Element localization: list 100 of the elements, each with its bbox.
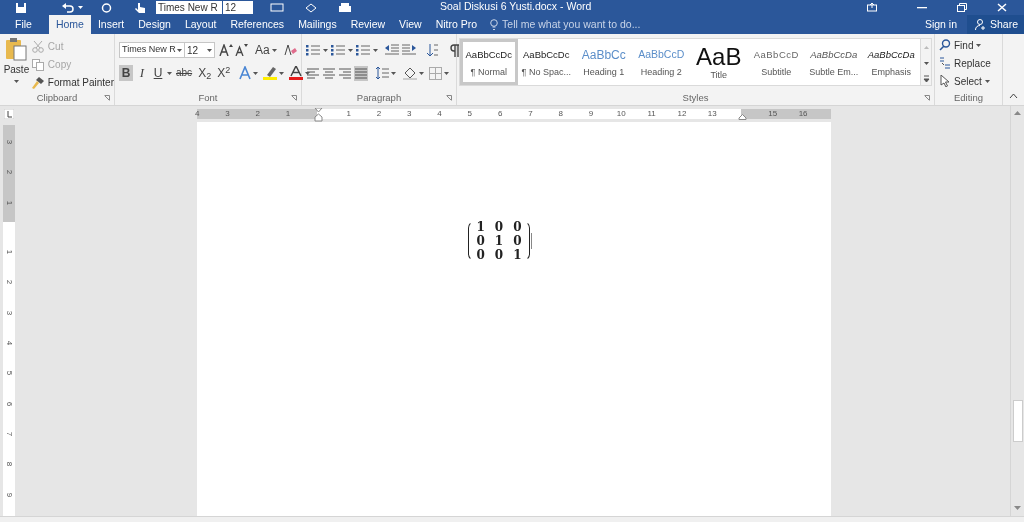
- menu-tab[interactable]: Review: [343, 15, 393, 34]
- font-size-dropdown[interactable]: 12: [185, 42, 215, 58]
- clear-formatting-icon[interactable]: [283, 44, 297, 56]
- multilevel-list-icon[interactable]: [356, 44, 370, 56]
- caret-icon[interactable]: [167, 71, 172, 75]
- style-gallery-item[interactable]: AaBbCcD Heading 2: [632, 39, 690, 85]
- caret-icon[interactable]: [444, 71, 449, 75]
- subscript-button[interactable]: X$_{2}$: [196, 65, 214, 81]
- dialog-launcher-icon[interactable]: [446, 95, 452, 101]
- caret-icon[interactable]: [348, 48, 353, 52]
- ribbon-display-icon[interactable]: [867, 3, 877, 12]
- ruler-number: 7: [528, 109, 533, 119]
- clipboard-icon: [5, 37, 28, 61]
- clipboard-command[interactable]: Format Painter: [31, 75, 114, 90]
- replace-icon: [939, 57, 951, 69]
- text-effects-icon[interactable]: [239, 66, 252, 80]
- caret-icon[interactable]: [253, 71, 259, 75]
- superscript-button[interactable]: X$^{2}$: [215, 65, 233, 81]
- dialog-launcher-icon[interactable]: [924, 95, 930, 101]
- editing-command[interactable]: Replace: [939, 55, 991, 71]
- printer-icon[interactable]: [338, 2, 352, 13]
- undo-icon[interactable]: [62, 2, 74, 13]
- tell-me-field[interactable]: Tell me what you want to do...: [502, 16, 723, 33]
- bullets-icon[interactable]: [306, 44, 320, 56]
- caret-icon[interactable]: [419, 71, 424, 75]
- pilcrow-icon[interactable]: [450, 43, 460, 57]
- caret-icon[interactable]: [271, 48, 277, 52]
- style-gallery-item[interactable]: AaBbCcDc ¶ Normal: [460, 39, 518, 85]
- align-justify-icon[interactable]: [354, 65, 368, 81]
- grow-font-icon[interactable]: [219, 44, 233, 56]
- caret-icon[interactable]: [976, 43, 982, 47]
- caret-icon[interactable]: [78, 6, 83, 9]
- caret-icon[interactable]: [177, 48, 182, 52]
- style-gallery-item[interactable]: AaBbCc Heading 1: [575, 39, 633, 85]
- strikethrough-button[interactable]: abc: [174, 65, 195, 81]
- caret-icon[interactable]: [305, 71, 311, 75]
- menu-tab[interactable]: Mailings: [291, 15, 344, 34]
- scrollbar-thumb[interactable]: [1012, 400, 1023, 442]
- menu-tab[interactable]: References: [223, 15, 292, 34]
- style-gallery-item[interactable]: AaBbCcDa Emphasis: [862, 39, 920, 85]
- line-spacing-icon[interactable]: [375, 66, 389, 80]
- menu-tab[interactable]: Nitro Pro: [428, 15, 485, 34]
- menu-tab[interactable]: View: [392, 15, 429, 34]
- screen-icon[interactable]: [270, 2, 284, 13]
- touch-mode-icon[interactable]: [134, 2, 146, 13]
- sort-icon[interactable]: [427, 43, 439, 57]
- sign-in-link[interactable]: Sign in: [918, 15, 963, 34]
- vertical-scrollbar[interactable]: [1010, 106, 1024, 516]
- caret-icon[interactable]: [207, 48, 212, 52]
- caret-icon[interactable]: [323, 48, 328, 52]
- collapse-ribbon-icon[interactable]: [1009, 93, 1018, 99]
- style-gallery-item[interactable]: AaBbCcDc ¶ No Spac...: [517, 39, 575, 85]
- shading-icon[interactable]: [403, 66, 417, 80]
- decrease-indent-icon[interactable]: [385, 44, 399, 56]
- matrix-entry: 1: [476, 220, 485, 234]
- menu-tab[interactable]: File: [8, 15, 39, 34]
- font-name-field[interactable]: Times New R: [156, 1, 222, 14]
- bold-button[interactable]: B: [119, 65, 133, 81]
- font-name-dropdown[interactable]: Times New R: [119, 42, 185, 58]
- align-left-icon[interactable]: [306, 65, 320, 81]
- menu-tab[interactable]: Home: [48, 15, 91, 34]
- dialog-launcher-icon[interactable]: [291, 95, 297, 101]
- close-icon[interactable]: [997, 3, 1007, 12]
- scroll-down-arrow-icon[interactable]: [1013, 504, 1022, 512]
- font-size-field[interactable]: 12: [223, 1, 253, 14]
- share-button[interactable]: Share: [967, 15, 1024, 34]
- italic-button[interactable]: I: [135, 65, 149, 81]
- menu-tab[interactable]: Insert: [90, 15, 132, 34]
- caret-icon[interactable]: [984, 79, 990, 83]
- shape-icon[interactable]: [304, 2, 318, 13]
- ruler-number: 2: [4, 280, 15, 285]
- indent-marker-icon[interactable]: [313, 108, 323, 122]
- dialog-launcher-icon[interactable]: [104, 95, 110, 101]
- ruler-number: 4: [194, 109, 200, 119]
- underline-button[interactable]: U: [151, 65, 165, 81]
- increase-indent-icon[interactable]: [402, 44, 416, 56]
- font-color-icon[interactable]: [289, 66, 304, 80]
- caret-icon[interactable]: [279, 71, 285, 75]
- ruler-number: 12: [677, 109, 687, 119]
- scroll-up-arrow-icon[interactable]: [1013, 109, 1022, 117]
- tab-stop-icon[interactable]: [3, 109, 14, 119]
- change-case-button[interactable]: Aa: [255, 41, 277, 59]
- editing-command[interactable]: Select: [939, 73, 991, 89]
- shrink-font-icon[interactable]: [235, 44, 249, 56]
- numbering-icon[interactable]: [331, 44, 345, 56]
- restore-icon[interactable]: [957, 3, 967, 12]
- style-gallery-item[interactable]: AaB Title: [690, 39, 748, 85]
- person-add-icon: [975, 19, 986, 30]
- menu-tab[interactable]: Design: [131, 15, 178, 34]
- style-gallery-item[interactable]: AaBbCcDa Subtle Em...: [805, 39, 863, 85]
- ruler-number: 9: [4, 492, 15, 497]
- caret-icon[interactable]: [373, 48, 378, 52]
- paste-button[interactable]: Paste: [3, 37, 30, 90]
- caret-icon[interactable]: [391, 71, 396, 75]
- right-indent-marker-icon[interactable]: [738, 114, 747, 120]
- save-icon[interactable]: [15, 2, 27, 13]
- style-gallery-item[interactable]: AaBbCcD Subtitle: [747, 39, 805, 85]
- editing-command[interactable]: Find: [939, 37, 991, 53]
- menu-tab[interactable]: Layout: [177, 15, 224, 34]
- highlighter-icon[interactable]: [263, 66, 278, 80]
